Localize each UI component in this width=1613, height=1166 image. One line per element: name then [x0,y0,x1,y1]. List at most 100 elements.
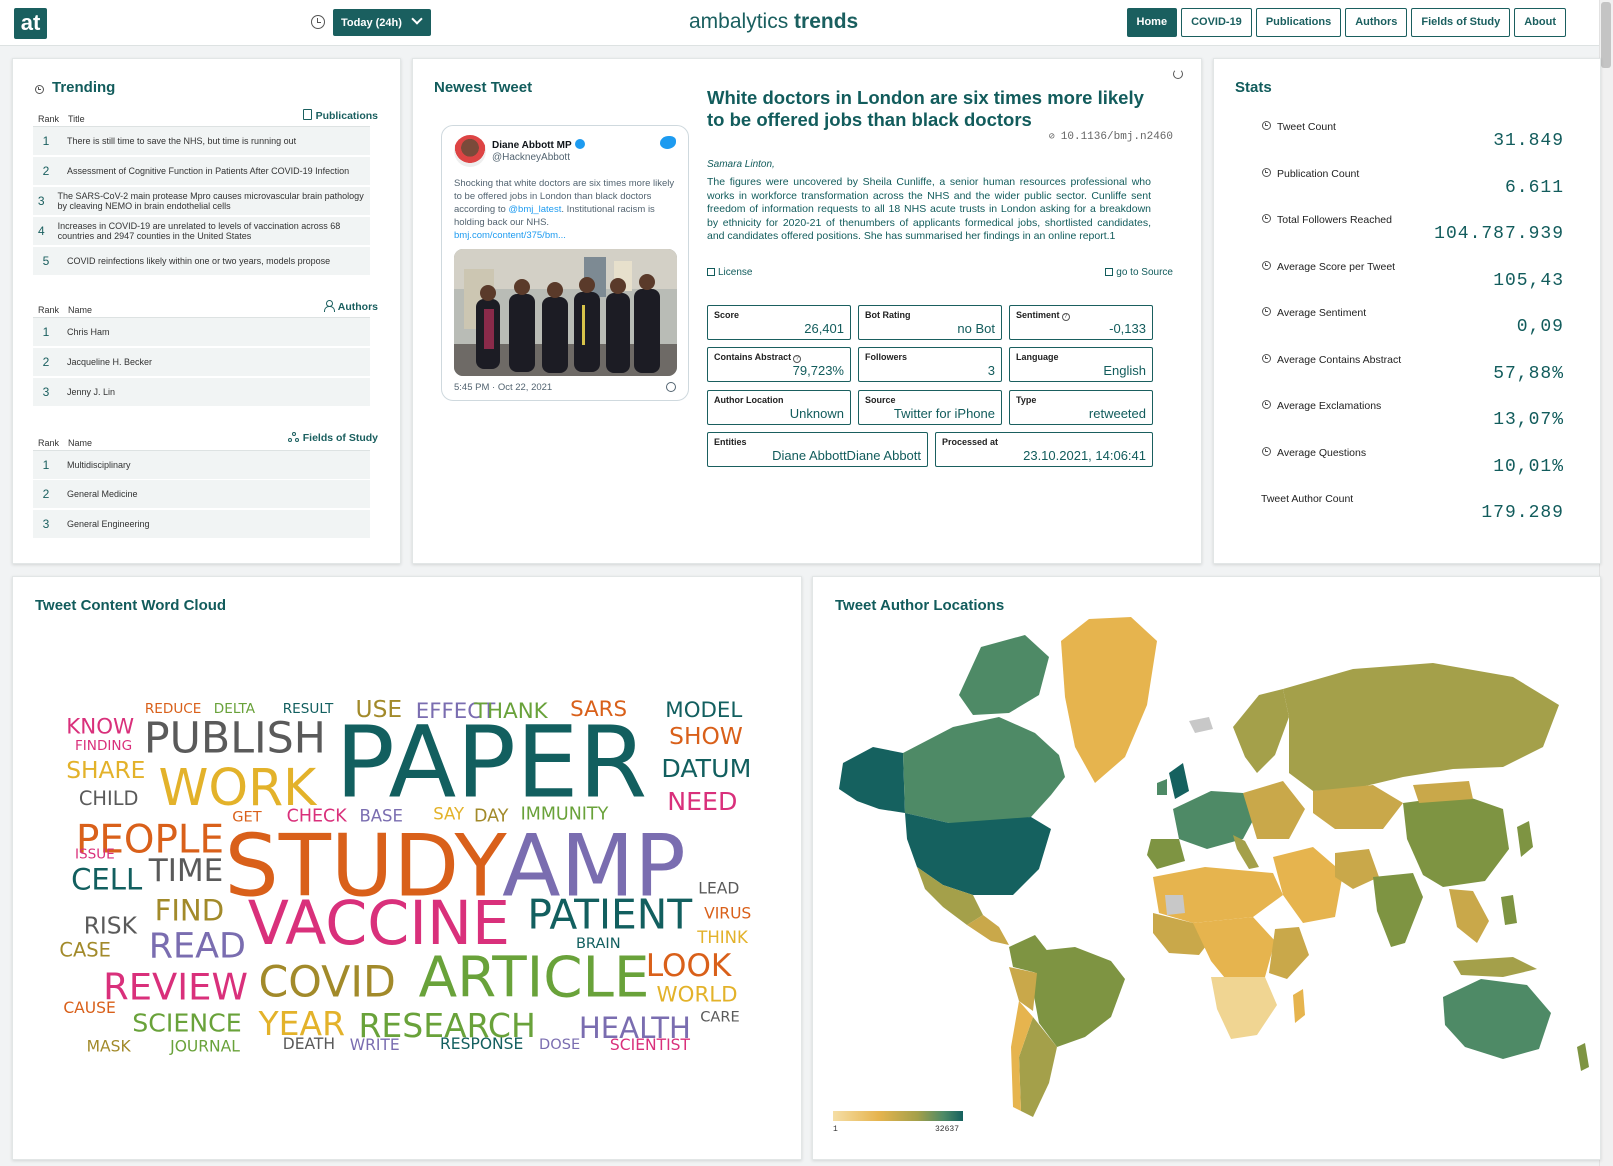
help-icon[interactable]: ? [793,355,802,363]
word-cloud-word[interactable]: USE [356,696,403,723]
word-cloud-word[interactable]: GET [232,809,261,826]
word-cloud-word[interactable]: REDUCE [145,701,201,717]
brand-title[interactable]: ambalytics trends [689,10,858,34]
tweet-author-handle[interactable]: @HackneyAbbott [492,152,570,163]
word-cloud-word[interactable]: VIRUS [704,905,751,923]
list-item[interactable]: 4 Increases in COVID-19 are unrelated to … [33,217,370,245]
word-cloud-word[interactable]: SARS [570,697,627,722]
word-cloud-word[interactable]: MASK [87,1038,132,1056]
scrollbar-thumb[interactable] [1601,2,1611,68]
tweet-mention-link[interactable]: @bmj_latest [508,204,561,215]
info-icon[interactable] [666,382,676,392]
stat-label: Tweet Count [1262,121,1336,133]
stat-label-text: Tweet Count [1277,121,1336,133]
nav-authors[interactable]: Authors [1345,8,1408,37]
word-cloud-word[interactable]: SHOW [669,723,743,750]
word-cloud-word[interactable]: FIND [155,894,225,928]
word-cloud-word[interactable]: KNOW [66,714,134,739]
tweet-photo[interactable] [454,249,677,376]
word-cloud-word[interactable]: THANK [473,699,549,724]
word-cloud-word[interactable]: CELL [71,863,143,897]
word-cloud-word[interactable]: WRITE [350,1036,400,1054]
license-link[interactable]: License [707,267,752,278]
nav-publications[interactable]: Publications [1255,8,1342,37]
word-cloud-word[interactable]: ARTICLE [419,945,650,1010]
word-cloud-word[interactable]: RESPONSE [440,1035,523,1053]
word-cloud-word[interactable]: READ [149,927,246,967]
tweet-photo-graphic [454,249,677,376]
app-logo[interactable]: at [14,8,47,39]
word-cloud-word[interactable]: THINK [696,928,749,947]
word-cloud-word[interactable]: FINDING [75,738,132,754]
word-cloud-word[interactable]: CASE [59,939,110,962]
word-cloud-word[interactable]: COVID [258,957,395,1007]
word-cloud-word[interactable]: ISSUE [75,847,115,863]
word-cloud-word[interactable]: SHARE [66,757,145,784]
help-icon[interactable]: ? [1061,313,1070,321]
list-item[interactable]: 1 Chris Ham [33,318,370,346]
authors-link[interactable]: Authors [323,300,378,313]
list-item[interactable]: 1 There is still time to save the NHS, bu… [33,127,370,155]
word-cloud-word[interactable]: MODEL [665,698,742,723]
word-cloud-word[interactable]: RESULT [283,701,334,717]
word-cloud-word[interactable]: CARE [700,1009,739,1026]
list-item[interactable]: 2 Assessment of Cognitive Function in Pat… [33,157,370,185]
tweet-url-link[interactable]: bmj.com/content/375/bm... [454,230,566,241]
hierarchy-icon [287,432,299,442]
publications-link[interactable]: Publications [302,109,378,122]
list-item[interactable]: 3 Jenny J. Lin [33,378,370,406]
word-cloud-word[interactable]: JOURNAL [169,1038,240,1056]
word-cloud-word[interactable]: DELTA [214,701,256,717]
tweet-embed[interactable]: Diane Abbott MP @HackneyAbbott Shocking … [441,125,689,401]
word-cloud-word[interactable]: LEAD [698,880,739,898]
word-cloud-word[interactable]: CHILD [79,787,139,810]
word-cloud-word[interactable]: BASE [359,807,403,826]
word-cloud-word[interactable]: TIME [148,853,224,889]
source-link[interactable]: go to Source [1105,267,1173,278]
list-item[interactable]: 5 COVID reinfections likely within one or… [33,247,370,275]
item-text: Increases in COVID-19 are unrelated to l… [57,221,341,241]
word-cloud-word[interactable]: DAY [474,807,509,827]
word-cloud-word[interactable]: DOSE [539,1036,580,1053]
word-cloud-word[interactable]: RISK [84,912,138,939]
world-map[interactable] [813,577,1602,1161]
doi-link[interactable]: ⊘ 10.1136/bmj.n2460 [1049,131,1173,143]
word-cloud-word[interactable]: CAUSE [63,999,115,1017]
word-cloud-word[interactable]: PATIENT [527,890,693,938]
word-cloud-word[interactable]: NEED [667,787,737,816]
word-cloud-word[interactable]: DATUM [661,754,751,783]
twitter-bird-icon[interactable] [660,136,676,149]
map-region-philippines [1501,895,1517,925]
stat-label-text: Average Contains Abstract [1277,353,1402,366]
word-cloud-word[interactable]: WORLD [657,982,738,1007]
word-cloud-word[interactable]: BRAIN [576,935,621,952]
list-item[interactable]: 3 The SARS-CoV-2 main protease Mpro cause… [33,187,370,215]
word-cloud-word[interactable]: LOOK [646,948,733,984]
nav-fields-of-study[interactable]: Fields of Study [1411,8,1511,37]
nav-covid19[interactable]: COVID-19 [1181,8,1252,37]
word-cloud-word[interactable]: PUBLISH [144,714,326,764]
word-cloud-word[interactable]: DEATH [283,1035,335,1053]
word-cloud-word[interactable]: IMMUNITY [521,805,609,825]
refresh-icon[interactable] [1173,69,1183,79]
tweet-author-name[interactable]: Diane Abbott MP [492,139,585,151]
nav-about[interactable]: About [1514,8,1566,37]
word-cloud-word[interactable]: SCIENCE [132,1008,241,1037]
list-item[interactable]: 3 General Engineering [33,510,370,538]
avatar[interactable] [454,135,486,167]
word-cloud-word[interactable]: SCIENTIST [610,1036,691,1054]
list-item[interactable]: 1 Multidisciplinary [33,451,370,479]
clock-icon [1262,260,1271,270]
list-item[interactable]: 2 Jacqueline H. Becker [33,348,370,376]
nav-home[interactable]: Home [1126,8,1178,37]
list-item[interactable]: 2 General Medicine [33,480,370,508]
word-cloud-word[interactable]: SAY [433,805,465,824]
tweet-timestamp[interactable]: 5:45 PM · Oct 22, 2021 [454,382,552,393]
time-range-dropdown[interactable]: Today (24h) [333,9,431,36]
publication-headline[interactable]: White doctors in London are six times mo… [707,87,1155,131]
word-cloud-word[interactable]: CHECK [287,807,348,827]
word-cloud-word[interactable]: REVIEW [103,965,248,1008]
newest-tweet-title: Newest Tweet [434,79,533,96]
fields-of-study-link[interactable]: Fields of Study [287,432,378,444]
col-title: Title [68,114,85,124]
